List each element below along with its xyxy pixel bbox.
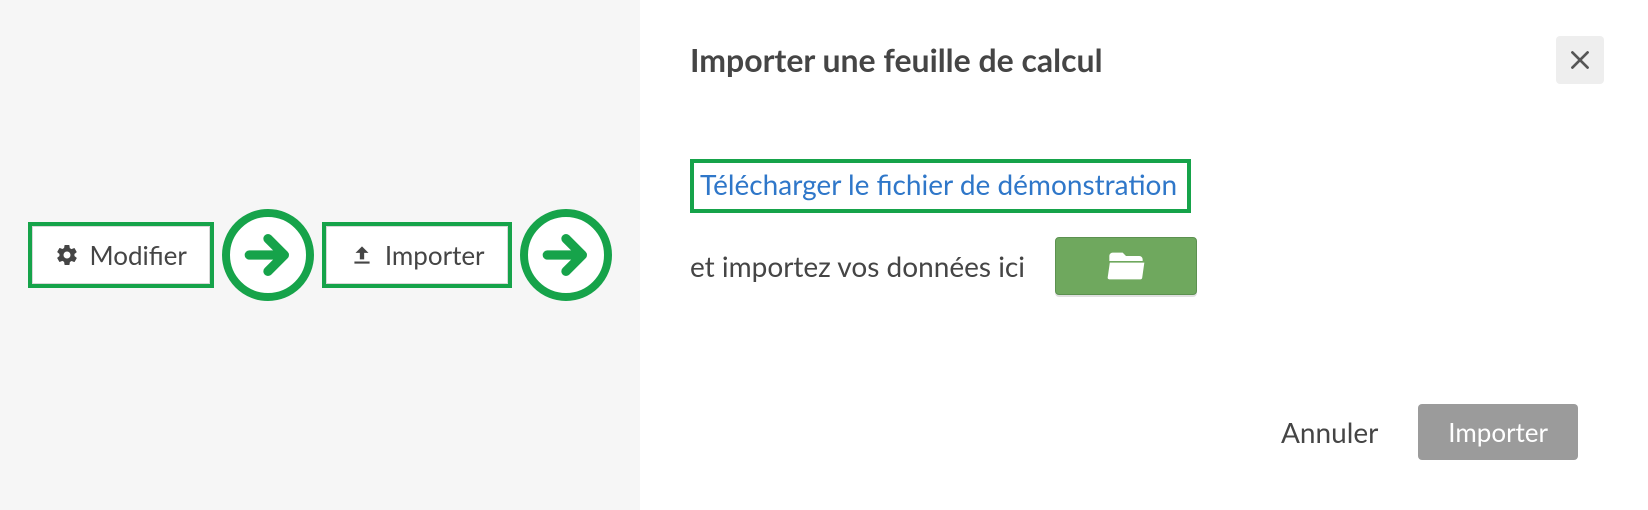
flow-row: Modifier Importer [28,209,611,301]
gear-icon [55,243,79,267]
upload-icon [349,242,375,268]
annotation-box-modify: Modifier [28,222,213,288]
folder-open-icon [1106,246,1146,286]
close-button[interactable] [1556,36,1604,84]
dialog-title: Importer une feuille de calcul [690,40,1598,79]
arrow-annotation-1 [222,209,314,301]
close-icon [1567,47,1593,73]
arrow-right-icon [538,227,594,283]
import-dialog: Importer une feuille de calcul Télécharg… [640,0,1648,510]
download-demo-link[interactable]: Télécharger le fichier de démonstration [700,167,1177,201]
annotation-box-demo-link: Télécharger le fichier de démonstration [690,159,1191,213]
import-row: et importez vos données ici [690,237,1598,295]
annotation-box-import: Importer [322,222,512,288]
import-button-label: Importer [385,239,485,271]
arrow-right-icon [240,227,296,283]
modify-button[interactable]: Modifier [32,226,209,284]
submit-import-button[interactable]: Importer [1418,404,1578,460]
dialog-footer: Annuler Importer [1281,404,1578,460]
tutorial-left-pane: Modifier Importer [0,0,640,510]
cancel-button[interactable]: Annuler [1281,415,1378,449]
open-file-button[interactable] [1055,237,1197,295]
import-button[interactable]: Importer [326,226,508,284]
modify-button-label: Modifier [89,239,186,271]
import-instruction-text: et importez vos données ici [690,249,1025,283]
arrow-annotation-2 [520,209,612,301]
